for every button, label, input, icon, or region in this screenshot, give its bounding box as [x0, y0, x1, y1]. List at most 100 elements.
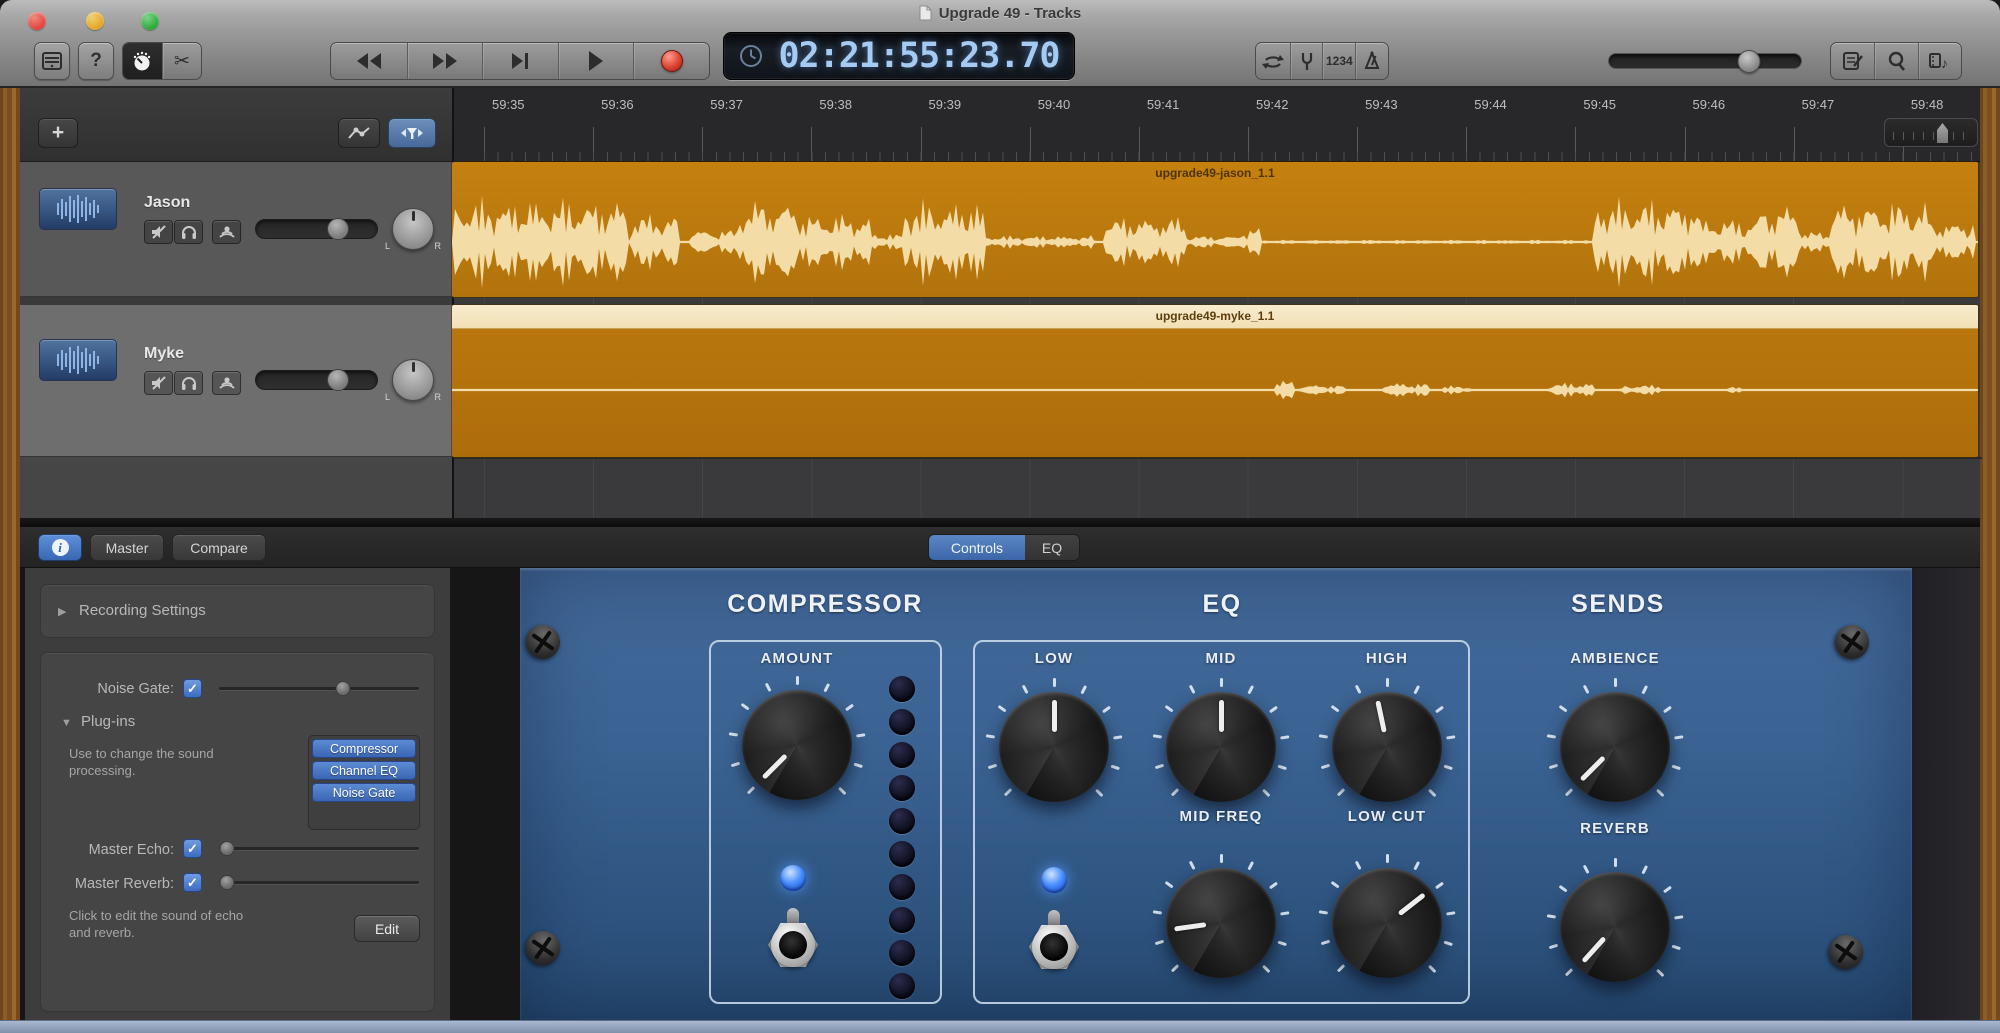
- noise-gate-checkbox[interactable]: ✓: [183, 679, 202, 698]
- reverb-knob[interactable]: [1545, 857, 1685, 997]
- track-volume-thumb[interactable]: [327, 369, 349, 391]
- pan-knob[interactable]: LR: [392, 359, 434, 401]
- disclosure-icon[interactable]: ▼: [61, 717, 72, 729]
- noise-gate-thumb[interactable]: [336, 681, 351, 696]
- plugin-button-noise-gate[interactable]: Noise Gate: [312, 783, 416, 802]
- pan-knob[interactable]: LR: [392, 208, 434, 250]
- mute-button[interactable]: [144, 371, 173, 395]
- track-name[interactable]: Jason: [144, 194, 190, 212]
- library-button[interactable]: [34, 42, 70, 80]
- master-reverb-slider[interactable]: [219, 881, 419, 884]
- count-in-button[interactable]: 1234: [1322, 43, 1355, 79]
- media-browser-button[interactable]: ♪: [1918, 43, 1961, 79]
- ruler-label: 59:47: [1802, 97, 1835, 112]
- ambience-knob[interactable]: [1545, 677, 1685, 817]
- metronome-button[interactable]: [1355, 43, 1388, 79]
- low-cut-knob[interactable]: [1317, 853, 1457, 993]
- noise-gate-slider[interactable]: [219, 687, 419, 690]
- mid-freq-knob[interactable]: [1151, 853, 1291, 993]
- track-volume-thumb[interactable]: [327, 218, 349, 240]
- volume-slider-thumb[interactable]: [1738, 50, 1761, 73]
- record-enable-button[interactable]: [212, 220, 241, 244]
- master-echo-thumb[interactable]: [220, 841, 235, 856]
- high-knob[interactable]: [1317, 677, 1457, 817]
- plugin-button-compressor[interactable]: Compressor: [312, 739, 416, 758]
- eq-toggle-switch[interactable]: [1025, 910, 1083, 972]
- mute-button[interactable]: [144, 220, 173, 244]
- meter-led: [889, 973, 915, 999]
- inspector-button[interactable]: i: [38, 534, 82, 561]
- audio-region-jason[interactable]: upgrade49-jason_1.1: [452, 162, 1978, 297]
- ruler-label: 59:35: [492, 97, 525, 112]
- master-echo-slider[interactable]: [219, 847, 419, 850]
- horizontal-zoom-slider[interactable]: [1884, 118, 1978, 147]
- master-button[interactable]: Master: [90, 534, 164, 561]
- plugins-label[interactable]: Plug-ins: [81, 713, 135, 730]
- screw-icon: [519, 924, 566, 971]
- ruler-label: 59:46: [1693, 97, 1726, 112]
- record-button[interactable]: [633, 43, 709, 79]
- add-track-button[interactable]: +: [38, 118, 78, 148]
- low-knob[interactable]: [984, 677, 1124, 817]
- rewind-button[interactable]: [331, 43, 407, 79]
- smart-controls-button[interactable]: [123, 43, 162, 79]
- meter-led: [889, 775, 915, 801]
- track-volume-slider[interactable]: [255, 219, 378, 239]
- recording-settings-label[interactable]: Recording Settings: [79, 602, 206, 619]
- lane-separator: [454, 457, 1982, 459]
- echo-reverb-help-text: Click to edit the sound of echo and reve…: [69, 907, 259, 941]
- edit-button[interactable]: Edit: [354, 915, 420, 942]
- solo-button[interactable]: [174, 371, 203, 395]
- master-reverb-checkbox[interactable]: ✓: [183, 873, 202, 892]
- tuner-button[interactable]: [1290, 43, 1323, 79]
- compressor-power-led: [780, 865, 806, 891]
- eq-title: EQ: [1072, 590, 1372, 619]
- browser-buttons-group: ♪: [1830, 42, 1962, 80]
- master-reverb-thumb[interactable]: [220, 875, 235, 890]
- amount-knob[interactable]: [727, 675, 867, 815]
- go-to-end-button[interactable]: [482, 43, 558, 79]
- timeline-ruler[interactable]: 59:3559:3659:3759:3859:3959:4059:4159:42…: [452, 88, 1980, 162]
- plugin-button-channel-eq[interactable]: Channel EQ: [312, 761, 416, 780]
- track-header-myke[interactable]: Myke LR: [20, 305, 452, 457]
- tab-eq[interactable]: EQ: [1025, 535, 1079, 560]
- tab-controls[interactable]: Controls: [929, 535, 1025, 560]
- compare-button[interactable]: Compare: [172, 534, 266, 561]
- quick-help-button[interactable]: ?: [78, 42, 114, 80]
- catch-playhead-button[interactable]: [388, 118, 436, 148]
- play-button[interactable]: [558, 43, 634, 79]
- view-toggle-group: ✂: [122, 42, 202, 80]
- forward-button[interactable]: [407, 43, 483, 79]
- zoom-ticks: [1893, 132, 1969, 140]
- master-echo-checkbox[interactable]: ✓: [183, 839, 202, 858]
- record-enable-button[interactable]: [212, 371, 241, 395]
- compressor-toggle-switch[interactable]: [764, 908, 822, 970]
- solo-button[interactable]: [174, 220, 203, 244]
- disclosure-icon[interactable]: ▶: [58, 605, 66, 618]
- scissors-icon: ✂: [174, 50, 190, 73]
- mid-knob[interactable]: [1151, 677, 1291, 817]
- meter-led: [889, 742, 915, 768]
- automation-button[interactable]: [338, 118, 380, 148]
- cycle-button[interactable]: [1256, 43, 1290, 79]
- track-thumbnail: [39, 339, 117, 381]
- region-header-selected: upgrade49-myke_1.1: [452, 305, 1978, 329]
- master-echo-label: Master Echo:: [54, 842, 174, 858]
- track-header-jason[interactable]: Jason LR: [20, 162, 452, 297]
- track-buttons: [144, 220, 241, 244]
- master-volume-slider[interactable]: [1608, 53, 1802, 69]
- notepad-button[interactable]: [1831, 43, 1874, 79]
- zoom-thumb[interactable]: [1937, 123, 1948, 143]
- loop-browser-button[interactable]: [1874, 43, 1917, 79]
- track-volume-slider[interactable]: [255, 370, 378, 390]
- track-name[interactable]: Myke: [144, 345, 184, 363]
- audio-region-myke[interactable]: upgrade49-myke_1.1: [452, 305, 1978, 457]
- panel-divider[interactable]: [20, 518, 1980, 527]
- editor-button[interactable]: ✂: [162, 43, 201, 79]
- ruler-label: 59:41: [1147, 97, 1180, 112]
- gain-reduction-meter: [889, 676, 915, 1006]
- ruler-label: 59:43: [1365, 97, 1398, 112]
- info-icon: i: [52, 539, 69, 556]
- lcd-display[interactable]: 02:21:55:23.70: [723, 32, 1075, 80]
- ruler-label: 59:44: [1474, 97, 1507, 112]
